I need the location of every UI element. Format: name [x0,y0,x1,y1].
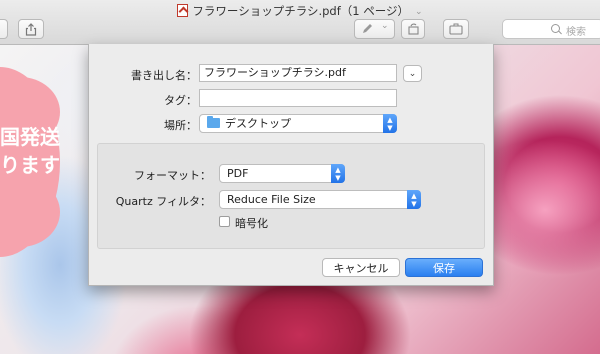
search-icon [551,24,560,33]
encrypt-label: 暗号化 [235,217,268,230]
search-input[interactable]: 検索 [502,19,600,39]
tags-field[interactable] [199,89,397,107]
where-label: 場所： [164,119,197,132]
flyer-text-line: 国発送 [0,125,60,149]
expand-dialog-button[interactable]: ⌄ [403,65,422,82]
encrypt-checkbox[interactable] [219,216,230,227]
quartz-filter-value: Reduce File Size [227,193,316,206]
flyer-text-line: ります [0,153,60,177]
format-value: PDF [227,167,249,180]
cancel-button[interactable]: キャンセル [322,258,400,277]
share-icon [25,22,37,36]
save-button[interactable]: 保存 [405,258,483,277]
quartz-filter-popup[interactable]: Reduce File Size ▲ ▼ [219,190,421,209]
toolbox-button[interactable] [443,19,469,39]
window-toolbar: フラワーショップチラシ.pdf（1 ページ） ⌄ ⌄ 検索 [0,0,600,45]
where-popup[interactable]: デスクトップ ▲ ▼ [199,114,397,133]
markup-button[interactable]: ⌄ [354,19,395,39]
where-value: デスクトップ [225,117,291,130]
toolbox-icon [449,23,463,35]
save-as-field[interactable]: フラワーショップチラシ.pdf [199,64,397,82]
quartz-filter-label: Quartz フィルタ： [115,195,211,208]
tags-label: タグ： [164,94,197,107]
chevron-down-icon: ⌄ [381,21,389,31]
share-button[interactable] [18,19,44,39]
save-as-label: 書き出し名： [131,69,197,82]
popup-arrows-icon: ▲ ▼ [407,190,421,209]
pdf-file-icon [177,4,189,17]
rotate-icon [407,23,419,35]
folder-icon [207,116,220,128]
format-popup[interactable]: PDF ▲ ▼ [219,164,345,183]
window-title-bar[interactable]: フラワーショップチラシ.pdf（1 ページ） ⌄ [0,3,600,19]
search-placeholder: 検索 [566,27,586,38]
sidebar-button[interactable] [0,19,8,39]
format-label: フォーマット： [134,169,211,182]
chevron-down-icon[interactable]: ⌄ [415,7,423,17]
rotate-button[interactable] [401,19,425,39]
export-dialog: 書き出し名： フラワーショップチラシ.pdf ⌄ タグ： 場所： デスクトップ … [88,44,494,286]
window-title: フラワーショップチラシ.pdf（1 ページ） [192,4,410,18]
pen-icon [363,24,372,33]
popup-arrows-icon: ▲ ▼ [383,114,397,133]
chevron-down-icon: ⌄ [408,68,417,79]
flyer-text: 国発送 ります [0,123,60,179]
popup-arrows-icon: ▲ ▼ [331,164,345,183]
options-group: フォーマット： PDF ▲ ▼ Quartz フィルタ： Reduce File … [97,143,485,249]
